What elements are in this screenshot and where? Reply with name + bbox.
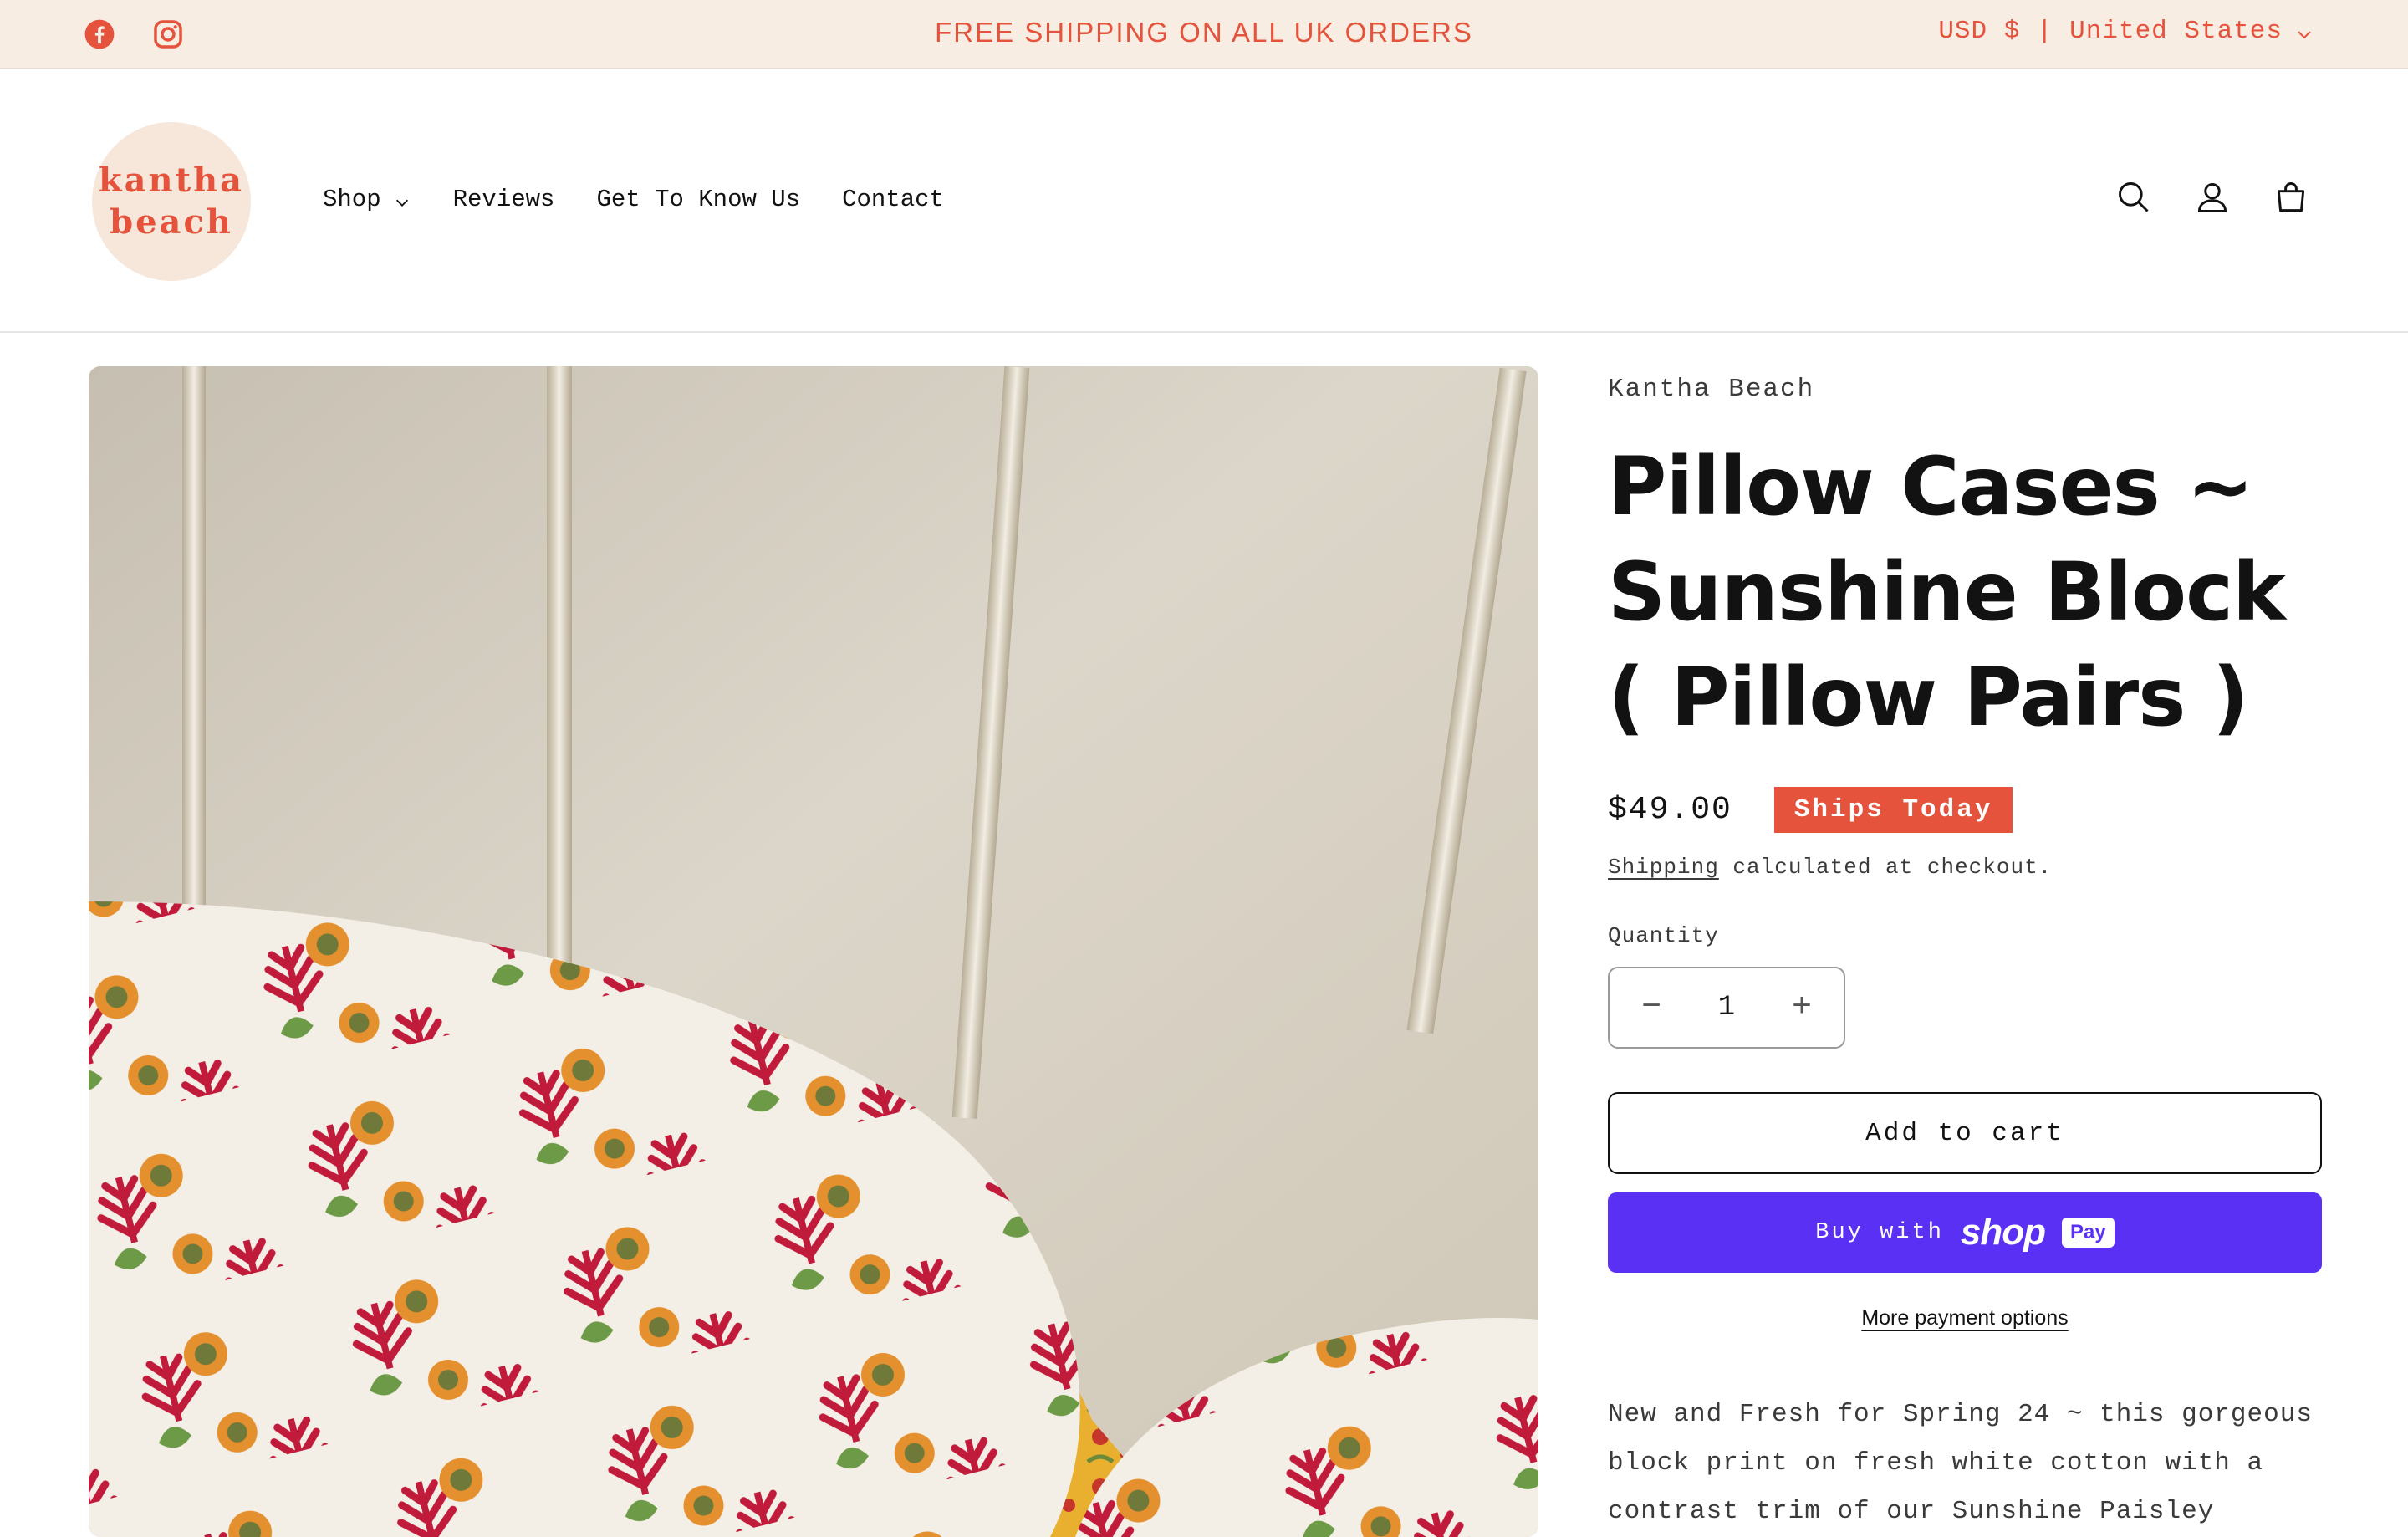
logo-line-2: beach	[110, 202, 233, 242]
quantity-stepper: − 1 +	[1608, 967, 1845, 1049]
site-header: kantha beach Shop Reviews Get To Know Us…	[0, 69, 2408, 333]
nav-item-get-to-know-us[interactable]: Get To Know Us	[596, 186, 800, 213]
quantity-input[interactable]: 1	[1718, 992, 1735, 1024]
product-vendor: Kantha Beach	[1608, 375, 1815, 404]
main-nav: Shop Reviews Get To Know Us Contact	[323, 186, 944, 213]
currency-label: USD $ | United States	[1938, 17, 2283, 46]
nav-item-reviews[interactable]: Reviews	[453, 186, 555, 213]
logo-line-1: kantha	[98, 161, 245, 200]
nav-label: Contact	[842, 186, 944, 213]
product-info: Kantha Beach Pillow Cases ~ Sunshine Blo…	[1608, 366, 2322, 1536]
nav-item-shop[interactable]: Shop	[323, 186, 411, 213]
buy-with-label: Buy with	[1815, 1220, 1944, 1245]
cart-icon[interactable]	[2273, 179, 2309, 216]
account-icon[interactable]	[2194, 179, 2231, 216]
quantity-label: Quantity	[1608, 923, 1719, 948]
nav-label: Shop	[323, 186, 381, 213]
more-payment-options-link[interactable]: More payment options	[1608, 1306, 2322, 1330]
chevron-down-icon	[2298, 30, 2311, 38]
announcement-bar: FREE SHIPPING ON ALL UK ORDERS USD $ | U…	[0, 0, 2408, 69]
search-icon[interactable]	[2115, 179, 2152, 216]
logo[interactable]: kantha beach	[92, 122, 251, 281]
shipping-link[interactable]: Shipping	[1608, 855, 1719, 880]
shop-pay-button[interactable]: Buy with shop Pay	[1608, 1192, 2322, 1273]
shipping-note: Shipping calculated at checkout.	[1608, 855, 2322, 880]
header-icons	[2115, 179, 2309, 216]
chevron-down-icon	[395, 199, 408, 207]
pillow-photo	[89, 366, 1538, 1537]
quantity-increase-button[interactable]: +	[1785, 989, 1819, 1027]
quantity-decrease-button[interactable]: −	[1635, 989, 1668, 1027]
product-title: Pillow Cases ~ Sunshine Block ( Pillow P…	[1608, 440, 2286, 744]
product-price: $49.00	[1608, 792, 1732, 828]
currency-selector[interactable]: USD $ | United States	[1938, 17, 2314, 46]
product-description: New and Fresh for Spring 24 ~ this gorge…	[1608, 1400, 2313, 1526]
price-row: $49.00 Ships Today	[1608, 787, 2322, 833]
nav-label: Reviews	[452, 186, 555, 213]
shipping-note-text: calculated at checkout.	[1718, 855, 2053, 880]
shop-pay-logo: shop	[1960, 1212, 2046, 1253]
nav-item-contact[interactable]: Contact	[842, 186, 944, 213]
nav-label: Get To Know Us	[596, 186, 801, 213]
product-image[interactable]	[89, 366, 1538, 1537]
add-to-cart-button[interactable]: Add to cart	[1608, 1092, 2322, 1174]
ships-today-badge: Ships Today	[1773, 787, 2013, 833]
pay-badge: Pay	[2062, 1218, 2115, 1248]
